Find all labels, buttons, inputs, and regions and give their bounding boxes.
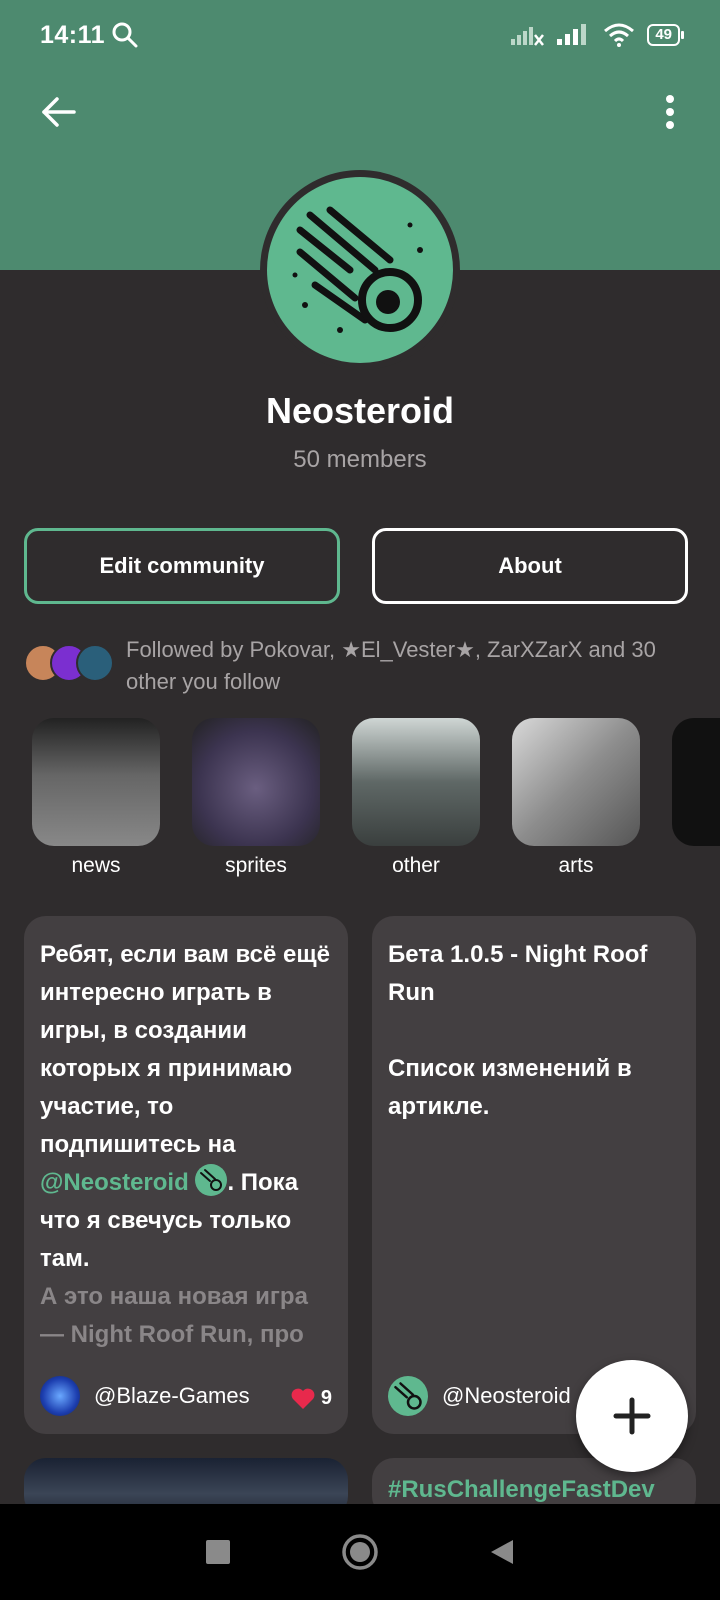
- post-author[interactable]: @Neosteroid: [388, 1376, 571, 1416]
- category-label: vi: [672, 854, 720, 878]
- author-name: @Blaze-Games: [94, 1383, 250, 1408]
- like-count: 9: [320, 1387, 332, 1409]
- member-count[interactable]: 50 members: [0, 446, 720, 474]
- arrow-left-icon: [42, 97, 76, 127]
- post-text-faded: А это наша новая игра — Night Roof Run, …: [40, 1283, 308, 1348]
- status-bar: 14:11 49: [40, 18, 684, 52]
- category-label: arts: [558, 854, 594, 877]
- back-nav-button[interactable]: [489, 1538, 515, 1566]
- post-title: Бета 1.0.5 - Night Roof Run: [388, 941, 648, 1006]
- more-vertical-icon: [666, 95, 674, 129]
- category-news[interactable]: news: [32, 718, 160, 878]
- create-post-button[interactable]: [576, 1360, 688, 1472]
- author-name: @Neosteroid: [442, 1383, 571, 1408]
- post-hashtag[interactable]: #RusChallengeFastDev: [388, 1476, 680, 1504]
- home-button[interactable]: [341, 1533, 379, 1571]
- meteor-logo-icon: [388, 1376, 428, 1416]
- category-arts[interactable]: arts: [512, 718, 640, 878]
- signal-no-service-icon: [511, 27, 545, 46]
- category-label: sprites: [225, 854, 287, 877]
- system-navigation-bar: [0, 1504, 720, 1600]
- post-card[interactable]: Бета 1.0.5 - Night Roof Run Список измен…: [372, 916, 696, 1434]
- search-icon: [112, 22, 138, 48]
- like-button[interactable]: 9: [291, 1387, 332, 1410]
- category-thumbnail: [352, 718, 480, 846]
- plus-icon: [613, 1397, 651, 1435]
- status-time: 14:11: [40, 20, 106, 49]
- category-label: other: [392, 854, 440, 877]
- signal-icon: [557, 24, 587, 45]
- back-button[interactable]: [36, 90, 80, 134]
- recent-apps-button[interactable]: [205, 1539, 231, 1565]
- community-avatar: [260, 170, 460, 370]
- meteor-logo-icon: [195, 1164, 228, 1196]
- more-options-button[interactable]: [658, 90, 682, 134]
- category-thumbnail: [512, 718, 640, 846]
- followed-by[interactable]: Followed by Pokovar, ★El_Vester★, ZarXZa…: [24, 634, 704, 698]
- avatar: [40, 1376, 80, 1416]
- mention-link[interactable]: @Neosteroid: [40, 1169, 189, 1196]
- edit-community-button[interactable]: Edit community: [24, 528, 340, 604]
- category-thumbnail: [192, 718, 320, 846]
- follower-avatars: [24, 644, 114, 682]
- heart-icon: [291, 1388, 315, 1409]
- avatar: [76, 644, 114, 682]
- category-video[interactable]: vi: [672, 718, 720, 878]
- category-sprites[interactable]: sprites: [192, 718, 320, 878]
- wifi-icon: [604, 23, 635, 47]
- post-card[interactable]: Ребят, если вам всё ещё интересно играть…: [24, 916, 348, 1434]
- category-other[interactable]: other: [352, 718, 480, 878]
- category-carousel[interactable]: news sprites other arts vi: [0, 718, 720, 888]
- category-label: news: [71, 854, 121, 877]
- post-body: Список изменений в артикле.: [388, 1055, 632, 1120]
- category-thumbnail: [672, 718, 720, 846]
- post-author[interactable]: @Blaze-Games: [40, 1376, 250, 1416]
- post-text: Ребят, если вам всё ещё интересно играть…: [40, 936, 332, 1354]
- post-text-main: Ребят, если вам всё ещё интересно играть…: [40, 941, 330, 1158]
- category-thumbnail: [32, 718, 160, 846]
- meteor-logo-icon: [292, 206, 423, 333]
- about-button[interactable]: About: [372, 528, 688, 604]
- battery-indicator: 49: [647, 24, 684, 46]
- followed-by-text: Followed by Pokovar, ★El_Vester★, ZarXZa…: [126, 637, 656, 694]
- community-name: Neosteroid: [265, 390, 455, 431]
